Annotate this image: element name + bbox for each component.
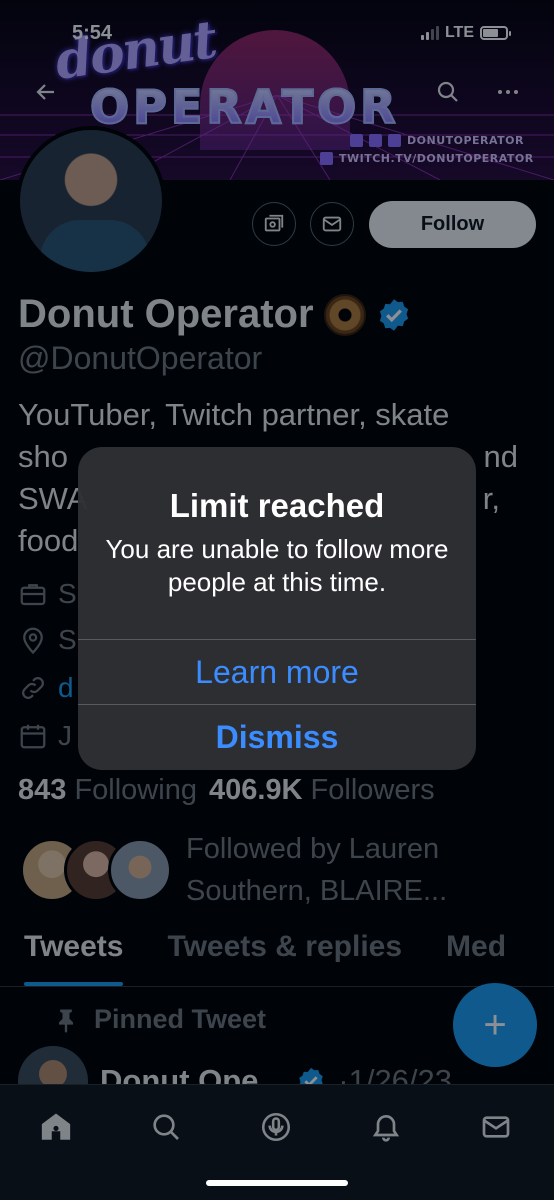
profile-screen: donut OPERATOR DONUTOPERATOR TWITCH.TV/D… (0, 0, 554, 1200)
learn-more-button[interactable]: Learn more (78, 640, 476, 704)
dismiss-button[interactable]: Dismiss (78, 705, 476, 769)
alert-title: Limit reached (169, 487, 385, 524)
alert-message: You are unable to follow more people at … (105, 534, 449, 597)
home-indicator[interactable] (206, 1180, 348, 1186)
limit-reached-alert: Limit reached You are unable to follow m… (78, 447, 476, 770)
